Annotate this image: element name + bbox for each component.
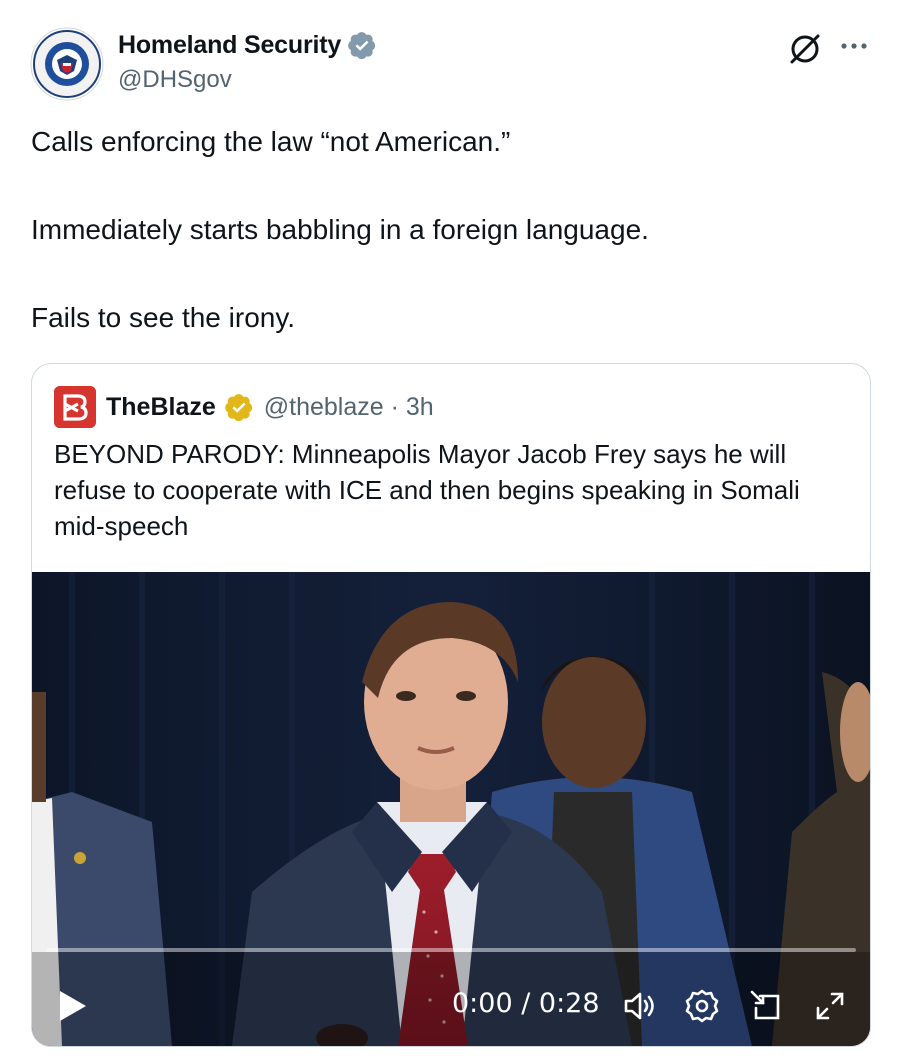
quoted-handle-time[interactable]: @theblaze · 3h	[264, 393, 434, 422]
tweet-paragraph: Immediately starts babbling in a foreign…	[31, 214, 649, 245]
author-display-name[interactable]: Homeland Security	[118, 31, 341, 60]
video-time: 0:00 / 0:28	[452, 988, 600, 1019]
author-name-row: Homeland Security	[118, 30, 377, 60]
tweet-text: Calls enforcing the law “not American.” …	[31, 124, 891, 336]
video-progress-bar[interactable]	[46, 948, 856, 952]
settings-icon[interactable]	[682, 986, 722, 1026]
tweet-paragraph: Calls enforcing the law “not American.”	[31, 126, 511, 157]
volume-icon[interactable]	[620, 986, 660, 1026]
author-handle[interactable]: @DHSgov	[118, 66, 232, 94]
video-controls: 0:00 / 0:28	[32, 972, 870, 1032]
picture-in-picture-icon[interactable]	[746, 986, 786, 1026]
verified-badge-gold-icon	[224, 392, 254, 422]
more-icon[interactable]	[838, 32, 870, 60]
verified-badge-gray-icon	[347, 30, 377, 60]
post-card: Homeland Security @DHSgov Calls enforcin…	[0, 0, 922, 1062]
tweet-paragraph: Fails to see the irony.	[31, 302, 296, 333]
video-player[interactable]: 0:00 / 0:28	[32, 572, 870, 1046]
author-avatar[interactable]	[30, 27, 104, 101]
quoted-display-name[interactable]: TheBlaze	[106, 393, 216, 422]
grok-icon[interactable]	[786, 30, 824, 68]
play-icon[interactable]	[56, 988, 88, 1024]
quoted-tweet[interactable]: TheBlaze @theblaze · 3h BEYOND PARODY: M…	[31, 363, 871, 1047]
fullscreen-icon[interactable]	[810, 986, 850, 1026]
quoted-text: BEYOND PARODY: Minneapolis Mayor Jacob F…	[54, 439, 800, 541]
quoted-avatar[interactable]	[54, 386, 96, 428]
quoted-header: TheBlaze @theblaze · 3h	[54, 386, 434, 428]
